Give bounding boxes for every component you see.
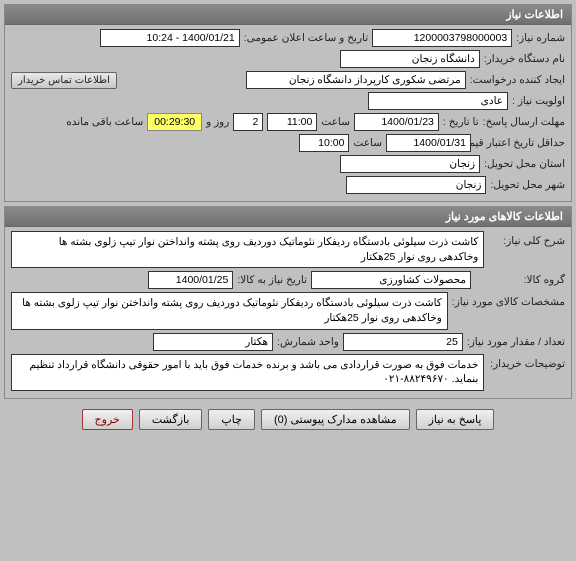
buyer-contact-button[interactable]: اطلاعات تماس خریدار — [11, 72, 117, 89]
need-info-panel: اطلاعات نیاز شماره نیاز: 120000379800000… — [4, 4, 572, 202]
group-field: محصولات کشاورزی — [311, 271, 471, 289]
respond-button[interactable]: پاسخ به نیاز — [416, 409, 495, 430]
days-label: روز و — [206, 116, 229, 128]
print-button[interactable]: چاپ — [208, 409, 255, 430]
buyer-org-label: نام دستگاه خریدار: — [484, 53, 565, 65]
days-field: 2 — [233, 113, 263, 131]
need-info-header: اطلاعات نیاز — [5, 5, 571, 25]
min-valid-time-field: 10:00 — [299, 134, 349, 152]
pub-datetime-label: تاریخ و ساعت اعلان عمومی: — [244, 32, 368, 44]
footer-bar: پاسخ به نیاز مشاهده مدارک پیوستی (0) چاپ… — [0, 403, 576, 436]
province-label: استان محل تحویل: — [484, 158, 565, 170]
deadline-label: مهلت ارسال پاسخ: — [483, 116, 565, 128]
until-time-label: ساعت — [321, 116, 350, 128]
remain-time-box: 00:29:30 — [147, 113, 202, 131]
desc-label: شرح کلی نیاز: — [488, 231, 565, 247]
desc-field: کاشت ذرت سیلوئی بادستگاه ردیفکار نئوماتی… — [11, 231, 484, 268]
unit-field: هکتار — [153, 333, 273, 351]
creator-label: ایجاد کننده درخواست: — [470, 74, 565, 86]
qty-field: 25 — [343, 333, 463, 351]
attachments-button[interactable]: مشاهده مدارک پیوستی (0) — [261, 409, 410, 430]
delivery-field: 1400/01/25 — [148, 271, 233, 289]
goods-info-header: اطلاعات کالاهای مورد نیاز — [5, 207, 571, 227]
spec-label: مشخصات کالای مورد نیاز: — [452, 292, 565, 308]
qty-label: تعداد / مقدار مورد نیاز: — [467, 336, 565, 348]
back-button[interactable]: بازگشت — [139, 409, 203, 430]
until-time-field: 11:00 — [267, 113, 317, 131]
buyer-org-field: دانشگاه زنجان — [340, 50, 480, 68]
creator-field: مرتضی شکوری کارپرداز دانشگاه زنجان — [246, 71, 466, 89]
pub-datetime-field: 1400/01/21 - 10:24 — [100, 29, 240, 47]
until-date-field: 1400/01/23 — [354, 113, 439, 131]
goods-info-panel: اطلاعات کالاهای مورد نیاز شرح کلی نیاز: … — [4, 206, 572, 399]
min-valid-label: حداقل تاریخ اعتبار قیمت: — [475, 137, 565, 149]
remain-label: ساعت باقی مانده — [66, 116, 143, 128]
need-info-body: شماره نیاز: 1200003798000003 تاریخ و ساع… — [5, 25, 571, 201]
unit-label: واحد شمارش: — [277, 336, 339, 348]
until-label: تا تاریخ : — [443, 116, 479, 128]
need-no-label: شماره نیاز: — [516, 32, 565, 44]
notes-field: خدمات فوق به صورت قراردادی می باشد و برن… — [11, 354, 484, 391]
min-valid-time-label: ساعت — [353, 137, 382, 149]
priority-label: اولویت نیاز : — [512, 95, 565, 107]
exit-button[interactable]: خروج — [82, 409, 133, 430]
goods-info-body: شرح کلی نیاز: کاشت ذرت سیلوئی بادستگاه ر… — [5, 227, 571, 398]
spec-field: کاشت ذرت سیلوئی بادستگاه ردیفکار نئوماتی… — [11, 292, 448, 329]
delivery-label: تاریخ نیاز به کالا: — [237, 274, 307, 286]
min-valid-date-field: 1400/01/31 — [386, 134, 471, 152]
priority-field: عادی — [368, 92, 508, 110]
notes-label: توضیحات خریدار: — [488, 354, 565, 370]
need-no-field: 1200003798000003 — [372, 29, 512, 47]
city-label: شهر محل تحویل: — [490, 179, 565, 191]
group-label: گروه کالا: — [475, 274, 565, 286]
city-field: زنجان — [346, 176, 486, 194]
province-field: زنجان — [340, 155, 480, 173]
